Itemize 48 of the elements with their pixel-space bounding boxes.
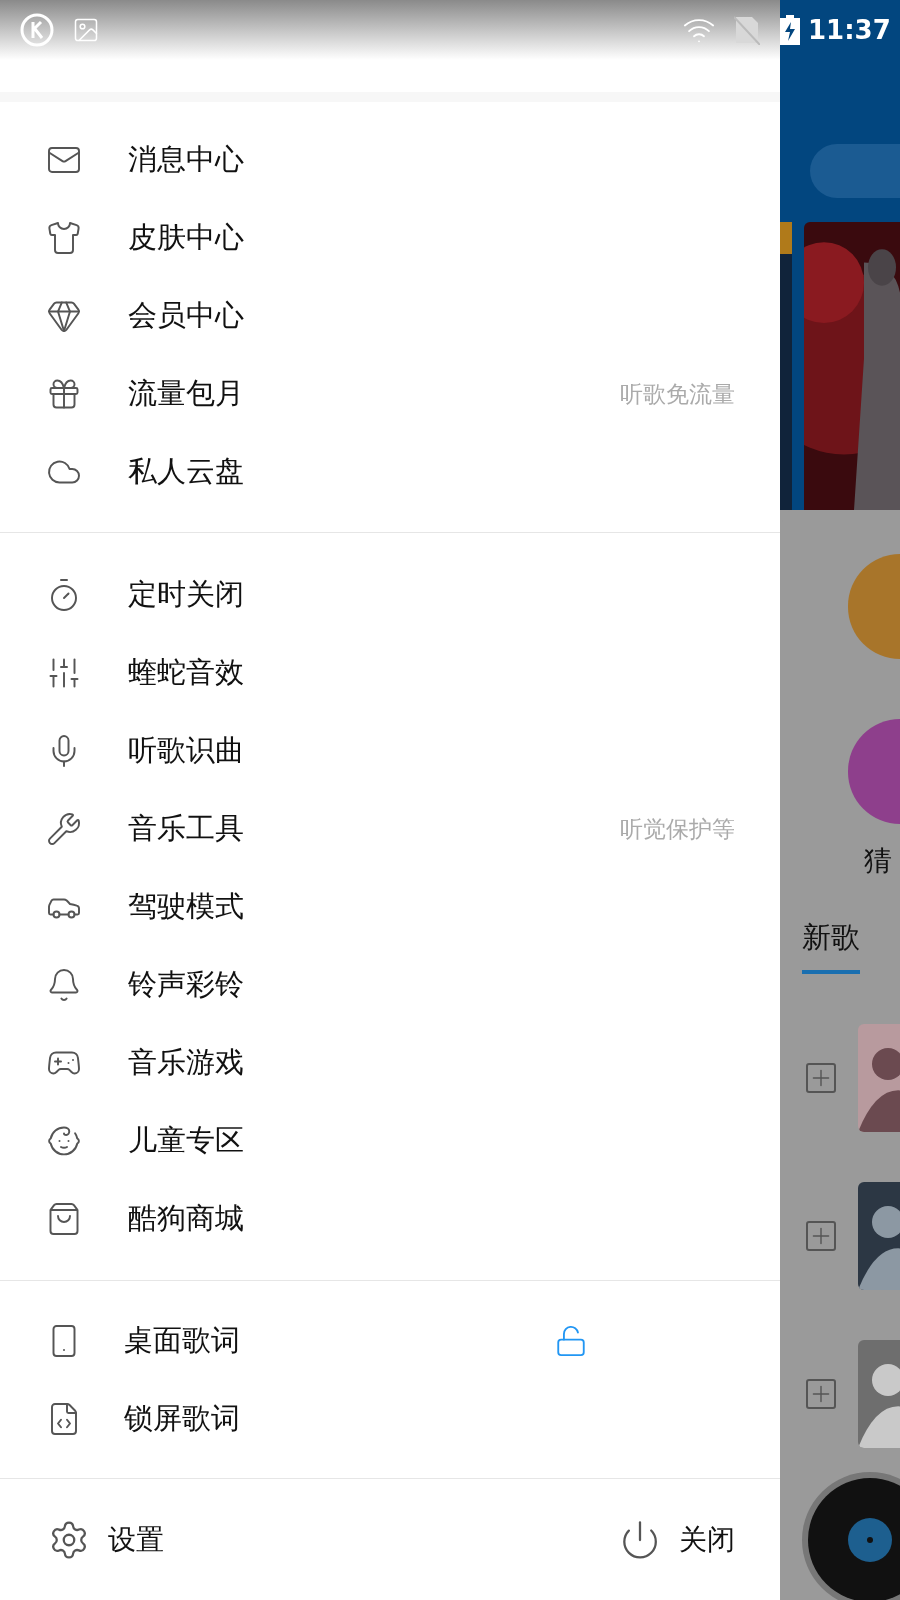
menu-item[interactable]: 酷狗商城 (0, 1180, 780, 1258)
menu-label: 听歌识曲 (128, 732, 245, 769)
menu-item[interactable]: 铃声彩铃 (0, 946, 780, 1024)
unlock-icon (554, 1324, 588, 1358)
menu-item[interactable]: 音乐工具 听觉保护等 (0, 790, 780, 868)
menu-label: 私人云盘 (128, 453, 245, 490)
menu-item[interactable]: 定时关闭 (0, 556, 780, 634)
menu-item[interactable]: 蝰蛇音效 (0, 634, 780, 712)
menu-item[interactable]: 儿童专区 (0, 1102, 780, 1180)
menu-item[interactable]: 驾驶模式 (0, 868, 780, 946)
menu-label: 锁屏歌词 (124, 1400, 241, 1437)
menu-label: 定时关闭 (128, 576, 245, 613)
menu-item[interactable]: 流量包月 听歌免流量 (0, 355, 780, 433)
no-sim-icon (734, 15, 760, 45)
menu-label: 消息中心 (128, 141, 245, 178)
category-label: 猜 (864, 843, 893, 879)
app-logo-icon (20, 13, 54, 47)
settings-button[interactable]: 设置 (108, 1520, 164, 1559)
menu-label: 儿童专区 (128, 1122, 245, 1159)
image-icon (72, 16, 100, 44)
menu-label: 蝰蛇音效 (128, 654, 245, 691)
t-shirt-icon (46, 220, 82, 256)
menu-label: 酷狗商城 (128, 1200, 245, 1237)
menu-label: 皮肤中心 (128, 219, 245, 256)
menu-item[interactable]: 桌面歌词 (0, 1302, 780, 1380)
menu-label: 铃声彩铃 (128, 966, 245, 1003)
menu-item[interactable]: 锁屏歌词 (0, 1380, 780, 1458)
menu-hint: 听歌免流量 (620, 379, 735, 409)
menu-item[interactable]: 皮肤中心 (0, 199, 780, 277)
close-button[interactable]: 关闭 (679, 1520, 735, 1559)
menu-label: 流量包月 (128, 375, 245, 412)
menu-label: 驾驶模式 (128, 888, 245, 925)
menu-label: 会员中心 (128, 297, 245, 334)
menu-item[interactable]: 私人云盘 (0, 433, 780, 511)
menu-label: 桌面歌词 (124, 1322, 241, 1359)
vinyl-record-icon[interactable] (800, 1470, 900, 1600)
menu-hint: 听觉保护等 (620, 814, 735, 844)
wrench-icon (46, 811, 82, 847)
menu-label: 音乐工具 (128, 810, 245, 847)
menu-item[interactable]: 听歌识曲 (0, 712, 780, 790)
search-field[interactable] (810, 144, 900, 198)
menu-label: 音乐游戏 (128, 1044, 245, 1081)
menu-item[interactable]: 会员中心 (0, 277, 780, 355)
menu-item[interactable]: 消息中心 (0, 121, 780, 199)
status-time: 11:37 (808, 15, 891, 45)
banner-card[interactable] (780, 222, 792, 510)
menu-item[interactable]: 音乐游戏 (0, 1024, 780, 1102)
tab[interactable]: 新歌 (802, 918, 860, 974)
